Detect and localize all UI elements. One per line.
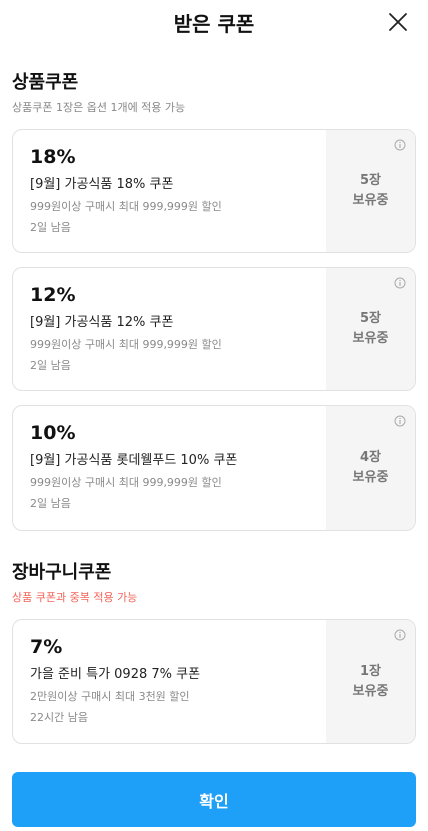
coupon-name: [9월] 가공식품 18% 쿠폰 — [30, 177, 174, 192]
coupon-rate: 10% — [30, 422, 76, 444]
product-coupon-section-title: 상품쿠폰 — [12, 72, 79, 93]
coupon-condition: 999원이상 구매시 최대 999,999원 할인 — [30, 338, 222, 351]
coupon-count: 1장 — [359, 663, 381, 679]
coupon-card[interactable]: 12% [9월] 가공식품 12% 쿠폰 999원이상 구매시 최대 999,9… — [12, 267, 416, 391]
info-icon[interactable] — [394, 277, 406, 289]
coupon-rate: 7% — [30, 636, 63, 658]
close-icon[interactable] — [386, 10, 410, 34]
coupon-card[interactable]: 18% [9월] 가공식품 18% 쿠폰 999원이상 구매시 최대 999,9… — [12, 129, 416, 253]
coupon-count-status: 보유중 — [352, 470, 389, 485]
coupon-count: 4장 — [359, 450, 381, 465]
coupon-condition: 999원이상 구매시 최대 999,999원 할인 — [30, 476, 222, 489]
coupon-info: 12% [9월] 가공식품 12% 쿠폰 999원이상 구매시 최대 999,9… — [13, 268, 327, 390]
header: 받은 쿠폰 — [0, 0, 428, 48]
coupon-name: 가을 준비 특가 0928 7% 쿠폰 — [30, 667, 201, 682]
coupon-remaining: 2일 남음 — [30, 359, 71, 372]
product-coupon-section-subtitle: 상품쿠폰 1장은 옵션 1개에 적용 가능 — [12, 101, 186, 114]
coupon-count-status: 보유중 — [352, 331, 389, 346]
info-icon[interactable] — [394, 415, 406, 427]
coupon-condition: 2만원이상 구매시 최대 3천원 할인 — [30, 690, 190, 703]
coupon-count-panel: 4장 보유중 — [326, 406, 415, 530]
coupon-name: [9월] 가공식품 12% 쿠폰 — [30, 315, 174, 330]
coupon-count-status: 보유중 — [352, 683, 389, 699]
coupon-remaining: 22시간 남음 — [30, 711, 88, 724]
coupon-count-panel: 1장 보유중 — [326, 620, 415, 743]
coupon-condition: 999원이상 구매시 최대 999,999원 할인 — [30, 200, 222, 213]
info-icon[interactable] — [394, 139, 406, 151]
coupon-info: 18% [9월] 가공식품 18% 쿠폰 999원이상 구매시 최대 999,9… — [13, 130, 327, 252]
coupon-count-panel: 5장 보유중 — [326, 130, 415, 252]
coupon-count-status: 보유중 — [352, 193, 389, 208]
coupon-card[interactable]: 7% 가을 준비 특가 0928 7% 쿠폰 2만원이상 구매시 최대 3천원 … — [12, 619, 416, 744]
cart-coupon-section-title: 장바구니쿠폰 — [12, 562, 112, 583]
coupon-remaining: 2일 남음 — [30, 497, 71, 510]
coupon-count: 5장 — [359, 311, 381, 326]
confirm-button[interactable]: 확인 — [12, 772, 416, 827]
coupon-info: 10% [9월] 가공식품 롯데웰푸드 10% 쿠폰 999원이상 구매시 최대… — [13, 406, 327, 530]
coupon-name: [9월] 가공식품 롯데웰푸드 10% 쿠폰 — [30, 453, 238, 468]
coupon-count: 5장 — [359, 173, 381, 188]
coupon-rate: 18% — [30, 146, 76, 168]
coupon-rate: 12% — [30, 284, 76, 306]
coupon-card[interactable]: 10% [9월] 가공식품 롯데웰푸드 10% 쿠폰 999원이상 구매시 최대… — [12, 405, 416, 531]
info-icon[interactable] — [394, 629, 406, 641]
coupon-count-panel: 5장 보유중 — [326, 268, 415, 390]
page-title: 받은 쿠폰 — [173, 12, 255, 36]
cart-coupon-section-subtitle: 상품 쿠폰과 중복 적용 가능 — [12, 591, 138, 604]
coupon-info: 7% 가을 준비 특가 0928 7% 쿠폰 2만원이상 구매시 최대 3천원 … — [13, 620, 327, 743]
coupon-remaining: 2일 남음 — [30, 221, 71, 234]
